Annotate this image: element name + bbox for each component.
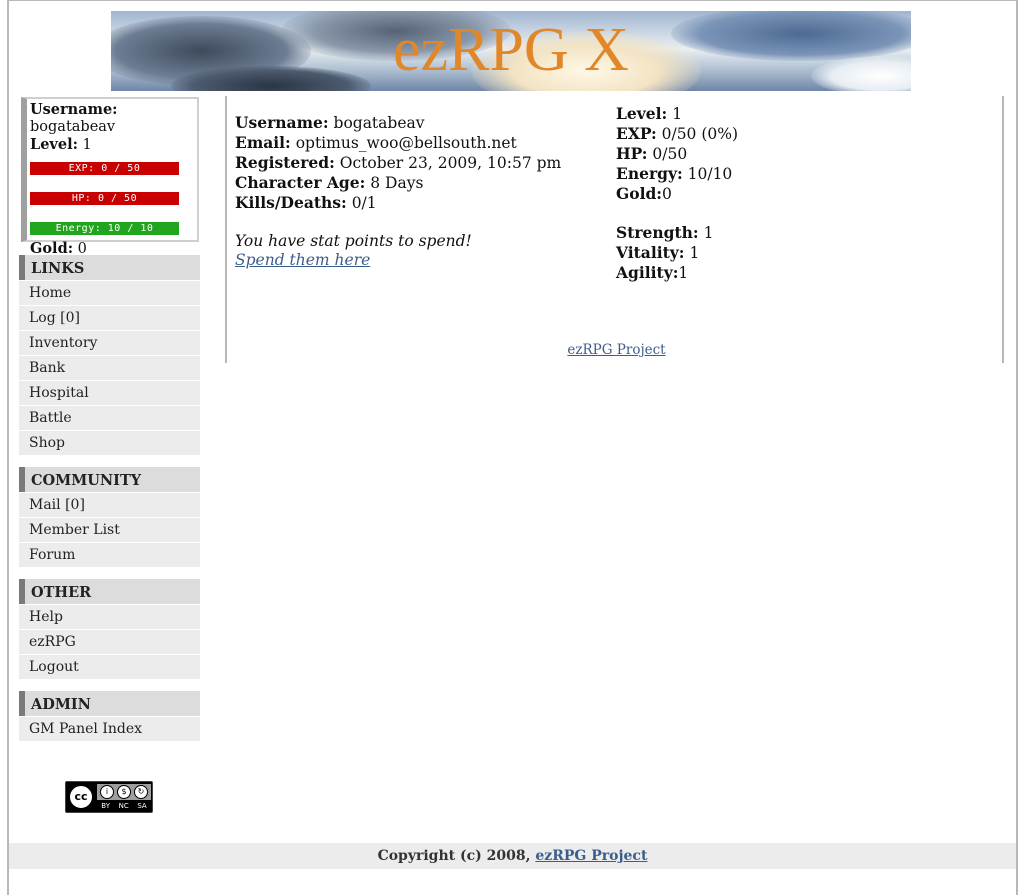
profile-character-age: Character Age: 8 Days — [235, 173, 424, 192]
stat-agility-value: 1 — [678, 264, 689, 282]
menu-other-heading: OTHER — [19, 579, 200, 604]
stat-agility: Agility:1 — [616, 263, 689, 282]
attribution-icon: i — [100, 785, 114, 799]
menu-item-ezrpg[interactable]: ezRPG — [19, 629, 200, 654]
hp-bar: HP: 0 / 50 — [30, 192, 179, 205]
badge-by: BY — [101, 802, 110, 810]
menu-item-shop[interactable]: Shop — [19, 430, 200, 455]
menu-community-heading: COMMUNITY — [19, 467, 200, 492]
status-level-value: 1 — [82, 137, 92, 153]
stat-energy-value: 10/10 — [687, 165, 733, 183]
menu-item-battle[interactable]: Battle — [19, 405, 200, 430]
ezrpg-project-link[interactable]: ezRPG Project — [567, 342, 665, 358]
menu-item-inventory[interactable]: Inventory — [19, 330, 200, 355]
profile-email: Email: optimus_woo@bellsouth.net — [235, 133, 517, 152]
status-username: Username: bogatabeav — [30, 101, 118, 135]
stat-exp: EXP: 0/50 (0%) — [616, 124, 739, 143]
menu-item-help[interactable]: Help — [19, 604, 200, 629]
copyright-text: Copyright (c) 2008, — [377, 848, 531, 864]
menu-item-bank[interactable]: Bank — [19, 355, 200, 380]
creative-commons-badge[interactable]: cc i $ ↻ BY NC SA — [65, 781, 153, 813]
status-username-value: bogatabeav — [30, 119, 116, 135]
noncommercial-icon: $ — [117, 785, 131, 799]
copyright-project-link[interactable]: ezRPG Project — [535, 848, 647, 864]
stat-strength: Strength: 1 — [616, 223, 714, 242]
menu-other: OTHER Help ezRPG Logout — [19, 579, 200, 679]
header-banner: ezRPG X — [111, 11, 911, 91]
stat-level-value: 1 — [672, 105, 683, 123]
menu-links: LINKS Home Log [0] Inventory Bank Hospit… — [19, 255, 200, 455]
main-content: Username: bogatabeav Email: optimus_woo@… — [225, 96, 1004, 363]
menu-item-logout[interactable]: Logout — [19, 654, 200, 679]
profile-kills-deaths: Kills/Deaths: 0/1 — [235, 193, 377, 212]
badge-nc: NC — [118, 802, 129, 810]
stat-gold: Gold:0 — [616, 184, 672, 203]
menu-item-log[interactable]: Log [0] — [19, 305, 200, 330]
menu-item-hospital[interactable]: Hospital — [19, 380, 200, 405]
project-link-container: ezRPG Project — [227, 342, 1006, 358]
menu-item-mail[interactable]: Mail [0] — [19, 492, 200, 517]
energy-bar: Energy: 10 / 10 — [30, 222, 179, 235]
stat-hp-value: 0/50 — [652, 145, 688, 163]
profile-registered: Registered: October 23, 2009, 10:57 pm — [235, 153, 562, 172]
profile-kd-value: 0/1 — [351, 194, 377, 212]
exp-bar: EXP: 0 / 50 — [30, 162, 179, 175]
stat-gold-value: 0 — [662, 185, 672, 203]
stat-level: Level: 1 — [616, 104, 683, 123]
player-status-box: Username: bogatabeav Level: 1 EXP: 0 / 5… — [21, 97, 199, 257]
stat-vitality-value: 1 — [689, 244, 700, 262]
cc-icon: cc — [68, 784, 94, 810]
menu-admin-heading: ADMIN — [19, 691, 200, 716]
stat-vitality: Vitality: 1 — [616, 243, 700, 262]
stat-strength-value: 1 — [703, 224, 714, 242]
menu-links-heading: LINKS — [19, 255, 200, 280]
profile-email-value: optimus_woo@bellsouth.net — [295, 134, 517, 152]
menu-item-gm-panel[interactable]: GM Panel Index — [19, 716, 200, 741]
profile-username: Username: bogatabeav — [235, 113, 425, 132]
stat-points-message: You have stat points to spend! — [235, 232, 472, 250]
stat-exp-value: 0/50 (0%) — [661, 125, 739, 143]
site-title: ezRPG X — [393, 16, 629, 84]
menu-item-home[interactable]: Home — [19, 280, 200, 305]
menu-admin: ADMIN GM Panel Index — [19, 691, 200, 741]
menu-item-forum[interactable]: Forum — [19, 542, 200, 567]
menu-item-member-list[interactable]: Member List — [19, 517, 200, 542]
badge-sa: SA — [137, 802, 147, 810]
profile-username-value: bogatabeav — [333, 114, 425, 132]
menu-community: COMMUNITY Mail [0] Member List Forum — [19, 467, 200, 567]
status-level: Level: 1 — [30, 136, 92, 153]
sharealike-icon: ↻ — [134, 785, 148, 799]
stat-energy: Energy: 10/10 — [616, 164, 733, 183]
profile-age-value: 8 Days — [370, 174, 424, 192]
stats-column: Level: 1 EXP: 0/50 (0%) HP: 0/50 Energy:… — [616, 104, 986, 283]
profile-column: Username: bogatabeav Email: optimus_woo@… — [235, 113, 605, 270]
spend-stat-points-link[interactable]: Spend them here — [235, 251, 370, 269]
copyright-bar: Copyright (c) 2008, ezRPG Project — [9, 843, 1016, 869]
stat-hp: HP: 0/50 — [616, 144, 688, 163]
profile-registered-value: October 23, 2009, 10:57 pm — [339, 154, 562, 172]
